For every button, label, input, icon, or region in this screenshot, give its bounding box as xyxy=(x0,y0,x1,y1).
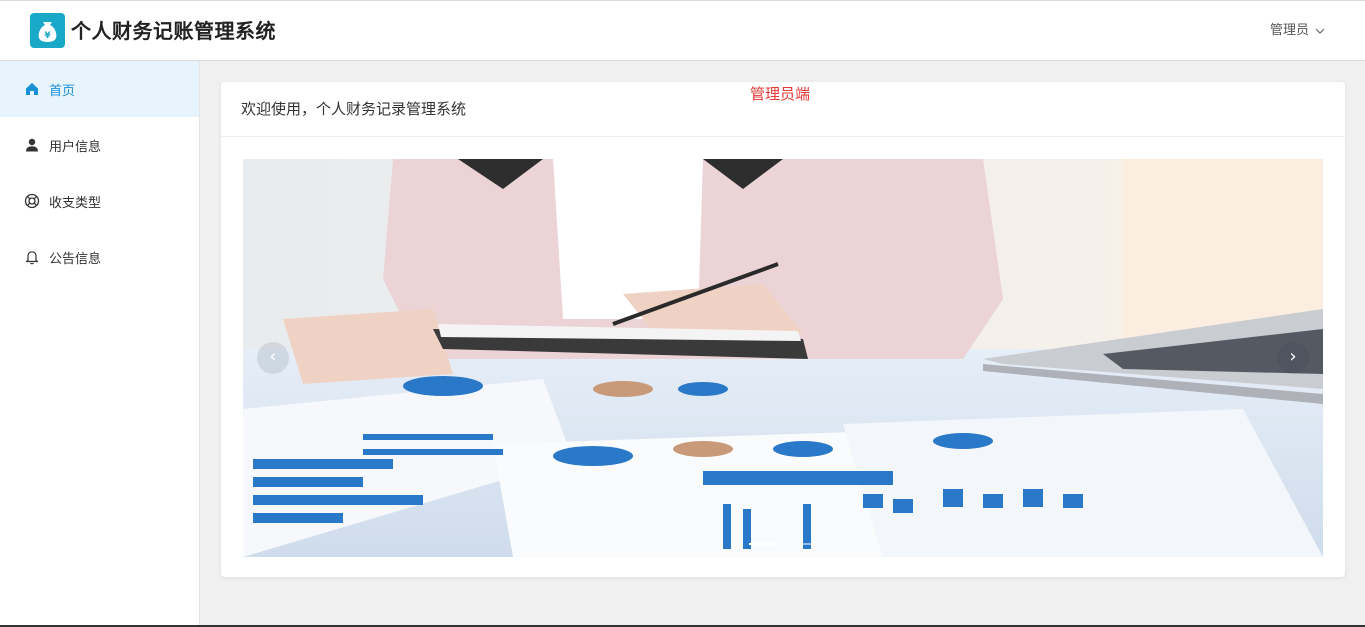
sidebar-item-label: 收支类型 xyxy=(49,195,102,211)
top-header: ¥ 个人财务记账管理系统 管理员 xyxy=(0,0,1365,61)
carousel-slide-image xyxy=(243,159,1323,557)
sidebar-item-label: 公告信息 xyxy=(49,251,102,267)
sidebar-item-notice[interactable]: 公告信息 xyxy=(0,229,199,285)
role-tag: 管理员端 xyxy=(750,85,811,103)
welcome-text: 欢迎使用，个人财务记录管理系统 xyxy=(241,100,467,118)
home-icon xyxy=(24,81,40,97)
money-bag-icon: ¥ xyxy=(30,13,65,48)
sidebar-item-label: 首页 xyxy=(49,83,76,99)
svg-text:¥: ¥ xyxy=(44,31,51,41)
user-icon xyxy=(24,137,40,153)
user-menu-dropdown[interactable]: 管理员 xyxy=(1270,22,1325,40)
carousel-prev-arrow[interactable]: ‹ xyxy=(257,342,289,374)
carousel-indicators xyxy=(243,543,1323,545)
app-title: 个人财务记账管理系统 xyxy=(71,19,276,43)
sidebar-item-income-expense-type[interactable]: 收支类型 xyxy=(0,173,199,229)
sidebar-item-home[interactable]: 首页 xyxy=(0,61,199,117)
bell-icon xyxy=(24,249,40,265)
carousel-indicator[interactable] xyxy=(749,543,779,545)
image-carousel[interactable]: ‹ › xyxy=(243,159,1323,557)
sidebar: 首页 用户信息 收支类型 公告信息 xyxy=(0,61,200,627)
sidebar-item-user-info[interactable]: 用户信息 xyxy=(0,117,199,173)
chevron-down-icon xyxy=(1315,28,1325,34)
user-name: 管理员 xyxy=(1269,23,1309,38)
sidebar-item-label: 用户信息 xyxy=(49,139,102,155)
carousel-indicator[interactable] xyxy=(787,543,817,545)
carousel-next-arrow[interactable]: › xyxy=(1277,342,1309,374)
lifebuoy-icon xyxy=(24,193,40,209)
